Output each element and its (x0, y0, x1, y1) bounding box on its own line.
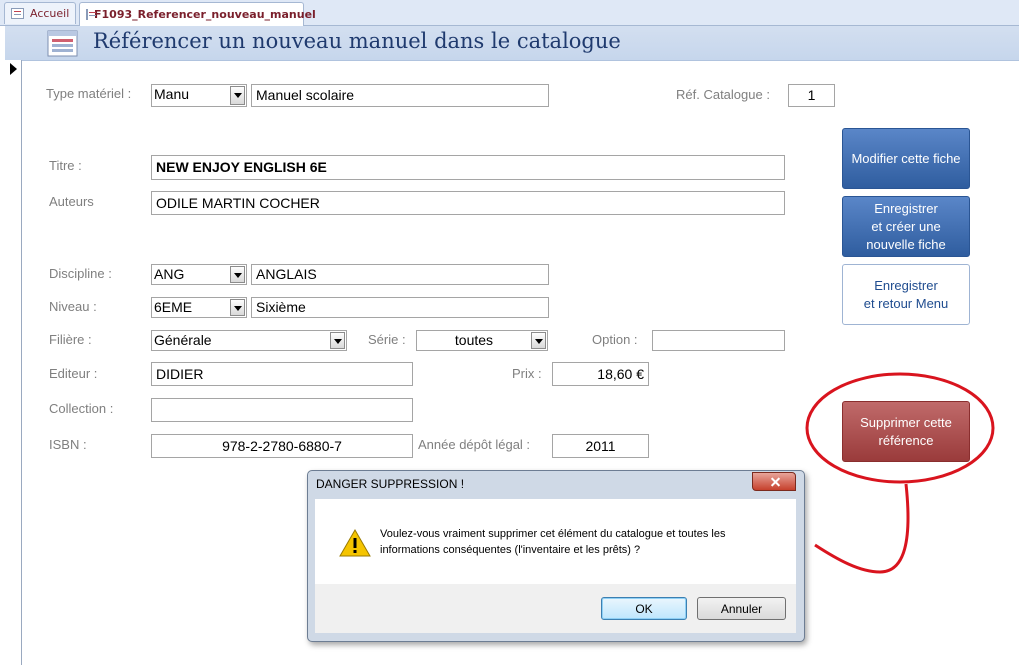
ref-catalogue-label: Réf. Catalogue : (676, 87, 770, 102)
collection-label: Collection : (49, 401, 114, 416)
tab-f1093-label: F1093_Referencer_nouveau_manuel (94, 8, 316, 21)
niveau-description[interactable]: Sixième (251, 297, 549, 318)
tab-accueil[interactable]: Accueil (4, 2, 76, 24)
annee-label: Année dépôt légal : (418, 437, 531, 452)
enregistrer-retour-menu-button[interactable]: Enregistrer et retour Menu (842, 264, 970, 325)
record-selector-bar[interactable] (5, 60, 22, 665)
warning-icon (339, 529, 371, 557)
prix-field[interactable]: 18,60 € (552, 362, 649, 386)
tab-accueil-label: Accueil (30, 7, 70, 20)
tab-f1093-referencer[interactable]: F1093_Referencer_nouveau_manuel (79, 2, 316, 26)
annee-field[interactable]: 2011 (552, 434, 649, 458)
filiere-combo[interactable]: Générale (151, 330, 347, 351)
serie-label: Série : (368, 332, 406, 347)
type-materiel-description[interactable]: Manuel scolaire (251, 84, 549, 107)
type-materiel-combo[interactable]: Manu (151, 84, 247, 107)
chevron-down-icon[interactable] (230, 266, 245, 283)
auteurs-field[interactable]: ODILE MARTIN COCHER (151, 191, 785, 215)
form-icon (47, 30, 78, 57)
annotation-connector-line (814, 483, 910, 574)
option-field[interactable] (652, 330, 785, 351)
editeur-label: Editeur : (49, 366, 98, 381)
form-tab-icon (86, 9, 96, 20)
option-label: Option : (592, 332, 638, 347)
dialog-title: DANGER SUPPRESSION ! (316, 477, 465, 491)
chevron-down-icon[interactable] (230, 299, 245, 316)
dialog-message: Voulez-vous vraiment supprimer cet éléme… (380, 528, 726, 556)
serie-value: toutes (454, 332, 494, 348)
discipline-combo[interactable]: ANG (151, 264, 247, 285)
chevron-down-icon[interactable] (230, 86, 245, 105)
chevron-down-icon[interactable] (330, 332, 345, 349)
type-materiel-label: Type matériel : (46, 86, 132, 101)
discipline-label: Discipline : (49, 266, 112, 281)
supprimer-reference-button[interactable]: Supprimer cette référence (842, 401, 970, 462)
record-selector-arrow-icon (10, 63, 17, 75)
serie-combo[interactable]: toutes (416, 330, 548, 351)
titre-label: Titre : (49, 158, 82, 173)
chevron-down-icon[interactable] (531, 332, 546, 349)
ok-button[interactable]: OK (601, 597, 687, 620)
niveau-label: Niveau : (49, 299, 97, 314)
titre-field[interactable]: NEW ENJOY ENGLISH 6E (151, 155, 785, 180)
enregistrer-nouvelle-fiche-button[interactable]: Enregistrer et créer une nouvelle fiche (842, 196, 970, 257)
editeur-field[interactable]: DIDIER (151, 362, 413, 386)
modifier-fiche-button[interactable]: Modifier cette fiche (842, 128, 970, 189)
collection-field[interactable] (151, 398, 413, 422)
annuler-button[interactable]: Annuler (697, 597, 786, 620)
niveau-combo[interactable]: 6EME (151, 297, 247, 318)
form-tab-icon (11, 8, 24, 19)
filiere-value: Générale (154, 332, 212, 348)
isbn-field[interactable]: 978-2-2780-6880-7 (151, 434, 413, 458)
close-icon[interactable] (752, 472, 796, 491)
isbn-label: ISBN : (49, 437, 87, 452)
ref-catalogue-field[interactable]: 1 (788, 84, 835, 107)
page-title: Référencer un nouveau manuel dans le cat… (93, 29, 621, 53)
prix-label: Prix : (512, 366, 542, 381)
auteurs-label: Auteurs (49, 194, 94, 209)
discipline-description[interactable]: ANGLAIS (251, 264, 549, 285)
filiere-label: Filière : (49, 332, 92, 347)
